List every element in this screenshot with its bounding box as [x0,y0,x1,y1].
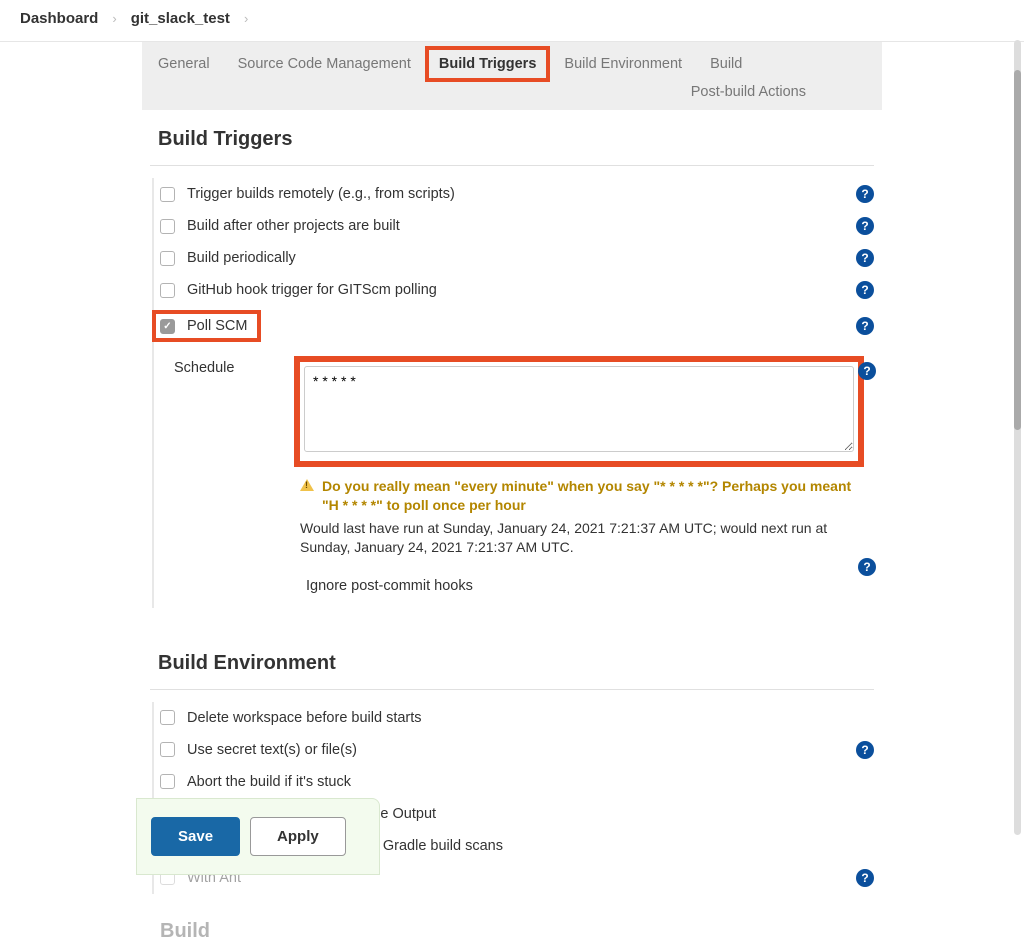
help-icon[interactable]: ? [856,281,874,299]
label-delete-ws: Delete workspace before build starts [187,710,422,726]
scrollbar[interactable] [1014,40,1021,835]
row-ignore-hooks: Ignore post-commit hooks ? [294,558,874,608]
label-poll-scm: Poll SCM [187,318,247,334]
help-icon[interactable]: ? [856,249,874,267]
schedule-input[interactable] [304,366,854,452]
checkbox-github-hook[interactable] [160,283,175,298]
row-build-after: Build after other projects are built ? [156,210,874,242]
schedule-highlight [294,356,864,467]
help-icon[interactable]: ? [856,741,874,759]
breadcrumb-dashboard[interactable]: Dashboard [20,10,98,27]
checkbox-poll-scm[interactable] [160,319,175,334]
section-title-build-triggers: Build Triggers [150,110,874,166]
tab-post-build[interactable]: Post-build Actions [691,84,806,100]
row-delete-ws: Delete workspace before build starts [156,702,874,734]
chevron-right-icon: › [112,11,116,26]
schedule-note: Would last have run at Sunday, January 2… [294,515,874,558]
save-button[interactable]: Save [151,817,240,856]
tab-general[interactable]: General [158,56,210,72]
checkbox-build-after[interactable] [160,219,175,234]
label-build-periodically: Build periodically [187,250,296,266]
help-icon[interactable]: ? [858,362,876,380]
poll-scm-highlight: Poll SCM [152,310,261,342]
scroll-thumb[interactable] [1014,70,1021,430]
tab-build-env[interactable]: Build Environment [564,56,682,72]
help-icon[interactable]: ? [856,217,874,235]
help-icon[interactable]: ? [856,869,874,887]
help-icon[interactable]: ? [856,185,874,203]
section-title-build-env: Build Environment [150,634,874,690]
label-github-hook: GitHub hook trigger for GITScm polling [187,282,437,298]
checkbox-secret[interactable] [160,742,175,757]
label-ignore-hooks: Ignore post-commit hooks [306,578,473,594]
schedule-warning-text: Do you really mean "every minute" when y… [322,477,864,515]
schedule-label: Schedule [174,356,294,608]
tab-bar: General Source Code Management Build Tri… [142,42,882,110]
apply-button[interactable]: Apply [250,817,346,856]
row-trigger-remote: Trigger builds remotely (e.g., from scri… [156,178,874,210]
build-triggers-body: Trigger builds remotely (e.g., from scri… [152,178,874,608]
label-abort-stuck: Abort the build if it's stuck [187,774,351,790]
help-icon[interactable]: ? [856,317,874,335]
row-github-hook: GitHub hook trigger for GITScm polling ? [156,274,874,306]
section-title-build: Build [142,894,882,943]
label-build-after: Build after other projects are built [187,218,400,234]
breadcrumb: Dashboard › git_slack_test › [0,0,1024,42]
warning-icon [300,479,314,491]
checkbox-build-periodically[interactable] [160,251,175,266]
checkbox-delete-ws[interactable] [160,710,175,725]
checkbox-trigger-remote[interactable] [160,187,175,202]
help-icon[interactable]: ? [858,558,876,576]
tab-build[interactable]: Build [710,56,742,72]
tab-scm[interactable]: Source Code Management [238,56,411,72]
checkbox-abort-stuck[interactable] [160,774,175,789]
button-bar: Save Apply [136,798,380,875]
breadcrumb-job[interactable]: git_slack_test [131,10,230,27]
label-secret: Use secret text(s) or file(s) [187,742,357,758]
tab-build-triggers[interactable]: Build Triggers [425,46,551,82]
schedule-warning: Do you really mean "every minute" when y… [294,467,874,515]
row-build-periodically: Build periodically ? [156,242,874,274]
label-trigger-remote: Trigger builds remotely (e.g., from scri… [187,186,455,202]
schedule-block: Schedule ? Do you really mean "every min… [156,346,874,608]
row-abort-stuck: Abort the build if it's stuck [156,766,874,798]
row-secret: Use secret text(s) or file(s) ? [156,734,874,766]
row-poll-scm: Poll SCM ? [156,306,874,346]
chevron-right-icon: › [244,11,248,26]
